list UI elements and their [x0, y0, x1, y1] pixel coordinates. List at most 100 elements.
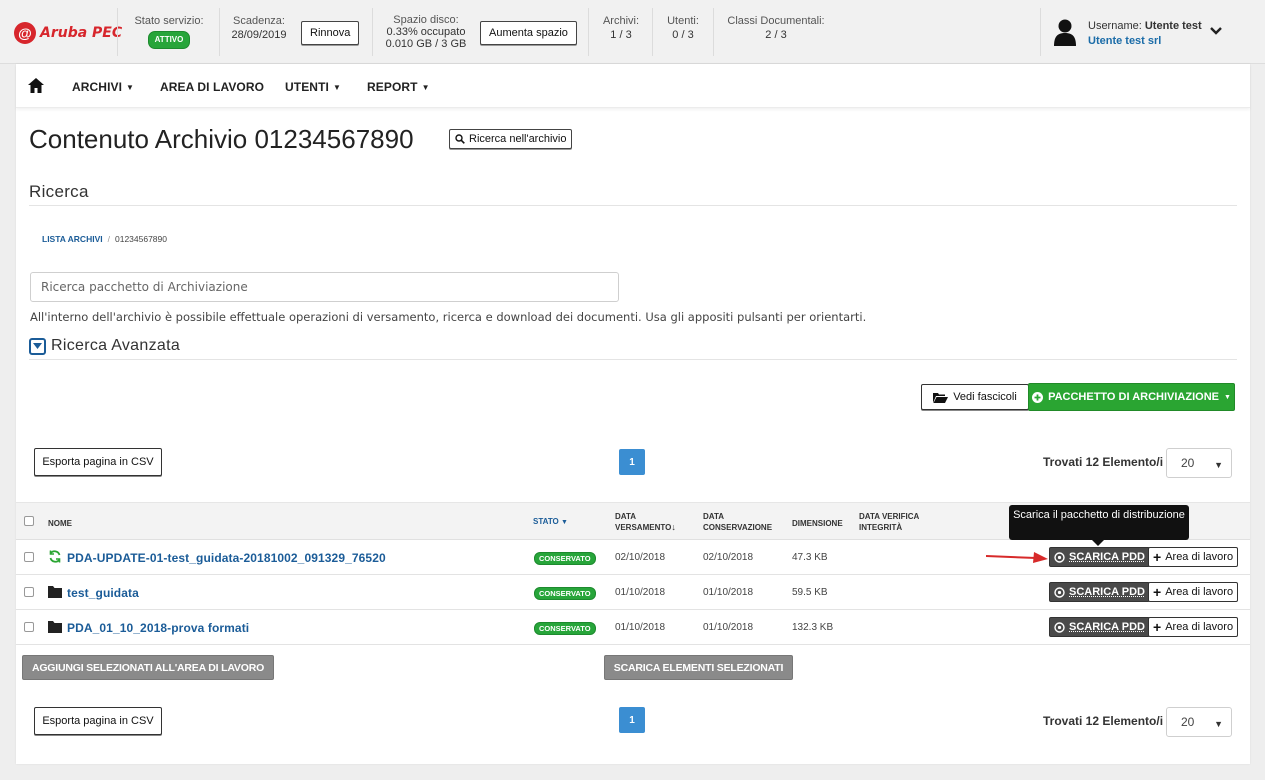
divider: [1040, 8, 1041, 56]
users-label: Utenti:: [667, 15, 699, 27]
download-circle-icon: [1054, 621, 1065, 633]
row-checkbox[interactable]: [24, 552, 34, 562]
aruba-logo-icon: @: [14, 22, 36, 44]
company-name: Utente test srl: [1088, 35, 1162, 47]
caret-down-square-icon: [29, 337, 46, 355]
add-to-workspace-button[interactable]: + Area di lavoro: [1148, 617, 1239, 637]
download-pdd-button[interactable]: SCARICA PDD: [1049, 582, 1150, 602]
breadcrumb-separator: /: [107, 234, 110, 244]
row-name-link[interactable]: test_guidata: [67, 586, 139, 600]
cell-date-conservation: 01/10/2018: [703, 587, 754, 598]
col-status[interactable]: STATO ▼: [533, 516, 568, 528]
folder-icon: [48, 586, 62, 598]
view-folders-button[interactable]: Vedi fascicoli: [921, 384, 1029, 410]
add-to-workspace-button[interactable]: + Area di lavoro: [1148, 547, 1239, 567]
nav-utenti[interactable]: UTENTI ▼: [285, 80, 341, 94]
nav-area-di-lavoro[interactable]: AREA DI LAVORO: [160, 80, 264, 94]
search-in-archive-button[interactable]: Ricerca nell'archivio: [449, 129, 573, 149]
nav-utenti-label: UTENTI: [285, 80, 329, 94]
help-text: All'interno dell'archivio è possibile ef…: [30, 310, 867, 324]
add-to-workspace-label: Area di lavoro: [1165, 551, 1234, 563]
cell-size: 132.3 KB: [792, 622, 834, 633]
divider: [713, 8, 714, 56]
add-to-workspace-label: Area di lavoro: [1165, 621, 1234, 633]
download-circle-icon: [1054, 551, 1065, 563]
nav-archivi-label: ARCHIVI: [72, 80, 123, 94]
cell-date-deposit: 01/10/2018: [615, 622, 666, 633]
col-date-conservation-line2: CONSERVAZIONE: [703, 523, 773, 532]
pagination-page-1-bottom[interactable]: 1: [619, 707, 645, 733]
username-value: Utente test: [1144, 20, 1202, 32]
search-in-archive-label: Ricerca nell'archivio: [469, 133, 567, 145]
increase-space-button[interactable]: Aumenta spazio: [480, 21, 577, 45]
add-selected-to-workspace-button[interactable]: AGGIUNGI SELEZIONATI ALL'AREA DI LAVORO: [22, 655, 274, 680]
archives-count: Archivi: 1 / 3: [597, 14, 645, 42]
select-all-checkbox[interactable]: [24, 516, 34, 526]
main-panel: ARCHIVI ▼ AREA DI LAVORO UTENTI ▼ REPORT ▼ …: [16, 64, 1250, 764]
row-name-link[interactable]: PDA_01_10_2018-prova formati: [67, 621, 249, 635]
chevron-down-icon[interactable]: [1210, 26, 1222, 36]
col-size[interactable]: DIMENSIONE: [792, 518, 843, 529]
col-integrity[interactable]: DATA VERIFICA INTEGRITÀ: [859, 511, 919, 533]
download-circle-icon: [1054, 586, 1065, 598]
home-icon[interactable]: [28, 78, 44, 93]
col-name[interactable]: NOME: [48, 518, 72, 529]
export-csv-label: Esporta pagina in CSV: [42, 456, 154, 468]
divider: [652, 8, 653, 56]
col-date-conservation[interactable]: DATA CONSERVAZIONE: [703, 511, 772, 533]
disk-used-percent: 0.33% occupato: [386, 26, 466, 38]
status-badge: CONSERVATO: [534, 552, 596, 565]
view-folders-label: Vedi fascicoli: [953, 391, 1017, 403]
folder-open-icon: [933, 392, 949, 403]
divider: [29, 205, 1237, 206]
brand-name: Aruba PEC: [40, 25, 123, 41]
download-pdd-label: SCARICA PDD: [1069, 586, 1145, 598]
cell-date-conservation: 01/10/2018: [703, 622, 754, 633]
page-size-value: 20: [1181, 715, 1195, 729]
page-size-select-bottom[interactable]: 20 ▼: [1166, 707, 1232, 737]
users-value: 0 / 3: [672, 29, 694, 41]
breadcrumb-current: 01234567890: [114, 234, 167, 244]
download-pdd-button[interactable]: SCARICA PDD: [1049, 617, 1150, 637]
row-name-link[interactable]: PDA-UPDATE-01-test_guidata-20181002_0913…: [67, 551, 386, 565]
add-to-workspace-button[interactable]: + Area di lavoro: [1148, 582, 1239, 602]
nav-report[interactable]: REPORT ▼: [367, 80, 430, 94]
expiry: Scadenza: 28/09/2019: [226, 14, 292, 42]
caret-down-icon: ▼: [1214, 719, 1223, 729]
export-csv-button-bottom[interactable]: Esporta pagina in CSV: [34, 707, 162, 735]
table-row: test_guidata CONSERVATO 01/10/2018 01/10…: [16, 575, 1250, 610]
nav-report-label: REPORT: [367, 80, 418, 94]
archive-package-button[interactable]: PACCHETTO DI ARCHIVIAZIONE ▼: [1028, 383, 1235, 411]
found-count: Trovati 12 Elemento/i: [1043, 455, 1164, 469]
caret-down-icon: ▼: [126, 83, 135, 93]
breadcrumb-root[interactable]: LISTA ARCHIVI: [42, 234, 103, 244]
sort-arrow-down-icon: ↓: [671, 522, 676, 532]
page-size-select[interactable]: 20 ▼: [1166, 448, 1232, 478]
package-search-input[interactable]: [30, 272, 619, 302]
folder-icon: [48, 621, 62, 633]
col-status-label: STATO: [533, 517, 559, 526]
download-pdd-button[interactable]: SCARICA PDD: [1049, 547, 1150, 567]
col-date-deposit[interactable]: DATA VERSAMENTO↓: [615, 511, 676, 533]
nav-archivi[interactable]: ARCHIVI ▼: [72, 80, 134, 94]
aruba-pec-logo[interactable]: @ Aruba PEC: [14, 22, 122, 44]
download-selected-button[interactable]: SCARICA ELEMENTI SELEZIONATI: [604, 655, 793, 680]
row-checkbox[interactable]: [24, 587, 34, 597]
divider: [29, 359, 1237, 360]
export-csv-button[interactable]: Esporta pagina in CSV: [34, 448, 162, 476]
plus-icon: +: [1153, 549, 1162, 565]
disk-used-value: 0.010 GB / 3 GB: [385, 38, 467, 50]
cell-size: 59.5 KB: [792, 587, 828, 598]
cell-date-deposit: 01/10/2018: [615, 587, 666, 598]
row-checkbox[interactable]: [24, 622, 34, 632]
pagination-page-1[interactable]: 1: [619, 449, 645, 475]
divider: [117, 8, 118, 56]
col-date-deposit-line2: VERSAMENTO: [615, 523, 672, 532]
export-csv-label: Esporta pagina in CSV: [42, 715, 154, 727]
advanced-search-toggle[interactable]: Ricerca Avanzata: [29, 337, 180, 355]
user-info[interactable]: Username: Utente test Utente test srl: [1088, 19, 1202, 49]
plus-circle-icon: [1032, 391, 1044, 403]
cell-date-deposit: 02/10/2018: [615, 552, 666, 563]
divider: [219, 8, 220, 56]
renew-button[interactable]: Rinnova: [301, 21, 360, 45]
